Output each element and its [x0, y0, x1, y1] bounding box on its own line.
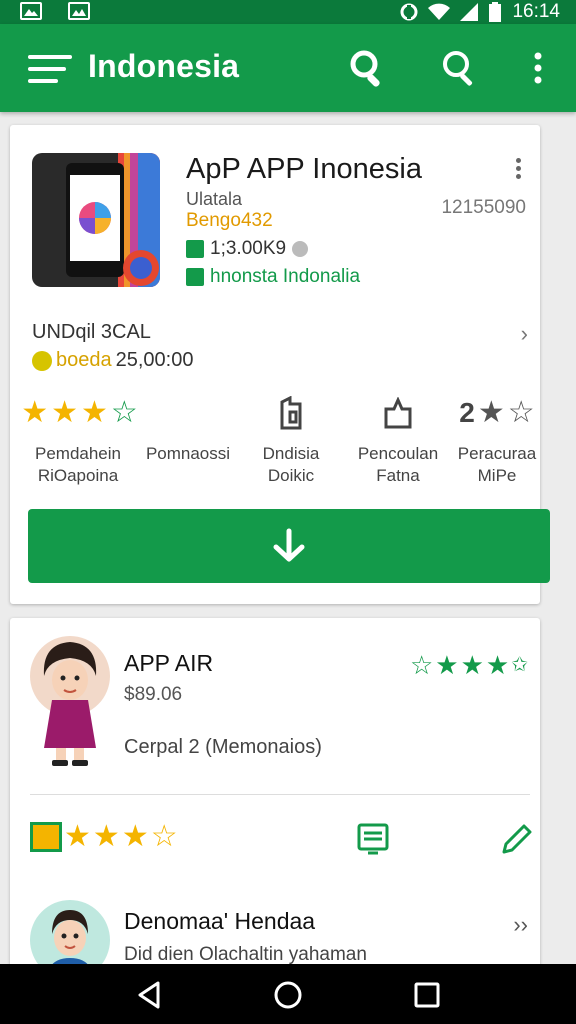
vpn-icon	[400, 3, 418, 21]
star-outline-icon: ☆	[507, 396, 535, 429]
stat-blank-icon	[138, 393, 238, 433]
star-rating-icon: 2 ★ ☆	[454, 393, 540, 433]
status-bar: 16:14	[0, 0, 576, 24]
menu-icon[interactable]	[26, 52, 76, 86]
stat-label: Dndisia Doikic	[262, 444, 320, 485]
info-label: UNDqil 3CAL	[32, 321, 151, 343]
search-icon[interactable]	[346, 46, 390, 90]
install-button[interactable]	[28, 509, 550, 583]
stat-label: Pemdahein RiOapoina	[34, 444, 121, 485]
app-size: 1;3.00K9	[210, 238, 287, 259]
divider	[30, 794, 530, 795]
app-language-row: hnonsta Indonalia	[186, 266, 360, 288]
badge-icon	[350, 393, 446, 433]
stat-rating-number: 2	[459, 397, 475, 428]
battery-icon	[489, 2, 502, 22]
star-icon: ★	[485, 650, 510, 680]
price-row: boeda 25,00:00	[32, 349, 193, 372]
navigation-bar	[0, 964, 576, 1024]
more-vert-icon[interactable]	[508, 155, 528, 185]
review-title: APP AIR	[124, 650, 214, 676]
app-id: 12155090	[441, 197, 526, 218]
review-actions-row: ★ ★ ★ ☆	[30, 818, 532, 862]
review-subtitle: Cerpal 2 (Memonaios)	[124, 736, 322, 758]
review-card: APP AIR $89.06 Cerpal 2 (Memonaios) ☆ ★ …	[10, 618, 540, 968]
stat-label: Peracuraa MiPe	[457, 444, 537, 485]
more-vert-icon[interactable]	[516, 46, 560, 90]
app-category: Bengo432	[186, 210, 273, 231]
bookmark-icon	[246, 393, 336, 433]
star-icon: ★	[81, 396, 108, 429]
stat-label: Pomnaossi	[145, 444, 231, 463]
star-icon: ★	[92, 820, 120, 853]
star-icon: ★	[121, 820, 149, 853]
star-icon: ★	[477, 396, 505, 429]
app-title: ApP APP Inonesia	[186, 153, 422, 185]
rating-input[interactable]: ★ ★ ★ ☆	[30, 822, 178, 852]
app-detail-card: ApP APP Inonesia Ulatala Bengo432 121550…	[10, 125, 550, 604]
stat-bookmark[interactable]: Dndisia Doikic	[246, 393, 336, 487]
star-icon: ★	[435, 650, 459, 680]
stat-rating[interactable]: ★ ★ ★ ☆ Pemdahein RiOapoina	[21, 393, 138, 487]
app-size-row: 1;3.00K9	[186, 238, 309, 260]
wifi-icon	[428, 3, 451, 20]
back-icon[interactable]	[132, 978, 166, 1012]
stat-star-rating[interactable]: 2 ★ ☆ Peracuraa MiPe	[454, 393, 540, 487]
reviewer-avatar[interactable]	[30, 636, 110, 772]
image-notification-icon	[20, 2, 42, 20]
recents-icon[interactable]	[410, 978, 444, 1012]
developer-avatar[interactable]	[30, 900, 110, 968]
star-icon: ★	[64, 820, 91, 853]
size-icon	[186, 240, 204, 258]
app-bar-title: Indonesia	[88, 48, 240, 84]
photo-notification-icon	[68, 2, 90, 20]
coin-icon	[32, 350, 52, 371]
download-icon	[273, 528, 305, 562]
notes-icon[interactable]	[356, 822, 390, 856]
star-outline-icon: ☆	[150, 820, 178, 853]
stat-badge[interactable]: Pencoulan Fatna	[350, 393, 446, 487]
stat-label: Pencoulan Fatna	[357, 444, 439, 485]
stats-row: ★ ★ ★ ☆ Pemdahein RiOapoina Pomnaossi Dn…	[10, 393, 540, 493]
disc-icon	[292, 241, 309, 257]
image-icon	[30, 822, 62, 852]
search-icon[interactable]	[438, 46, 482, 90]
app-developer[interactable]: Ulatala	[186, 189, 242, 210]
trend-icon	[186, 268, 204, 286]
home-icon[interactable]	[271, 978, 305, 1012]
chevron-right-icon[interactable]: ››	[513, 912, 528, 938]
app-bar: Indonesia	[0, 24, 576, 112]
review-rating: ☆ ★ ★ ★ ✩	[410, 650, 528, 680]
star-outline-icon: ☆	[409, 650, 434, 680]
star-outline-icon: ☆	[110, 396, 138, 429]
chevron-right-icon[interactable]: ›	[521, 321, 528, 347]
price-prefix: boeda	[56, 349, 112, 371]
star-icon: ★	[51, 396, 78, 429]
star-half-icon: ✩	[511, 654, 528, 676]
star-icon: ★	[460, 650, 484, 680]
developer-subtitle: Did dien Olachaltin yahaman	[124, 944, 367, 965]
stat-permission[interactable]: Pomnaossi	[138, 393, 238, 465]
signal-icon	[460, 3, 479, 21]
app-language: hnonsta Indonalia	[210, 266, 361, 287]
developer-name: Denomaa' Hendaa	[124, 908, 316, 934]
app-icon	[32, 153, 160, 287]
price-value: 25,00:00	[115, 349, 194, 371]
rating-stars-icon: ★ ★ ★ ☆	[21, 393, 138, 433]
star-icon: ★	[21, 396, 49, 429]
review-price: $89.06	[124, 684, 183, 705]
status-time: 16:14	[512, 1, 560, 22]
edit-icon[interactable]	[500, 822, 534, 856]
